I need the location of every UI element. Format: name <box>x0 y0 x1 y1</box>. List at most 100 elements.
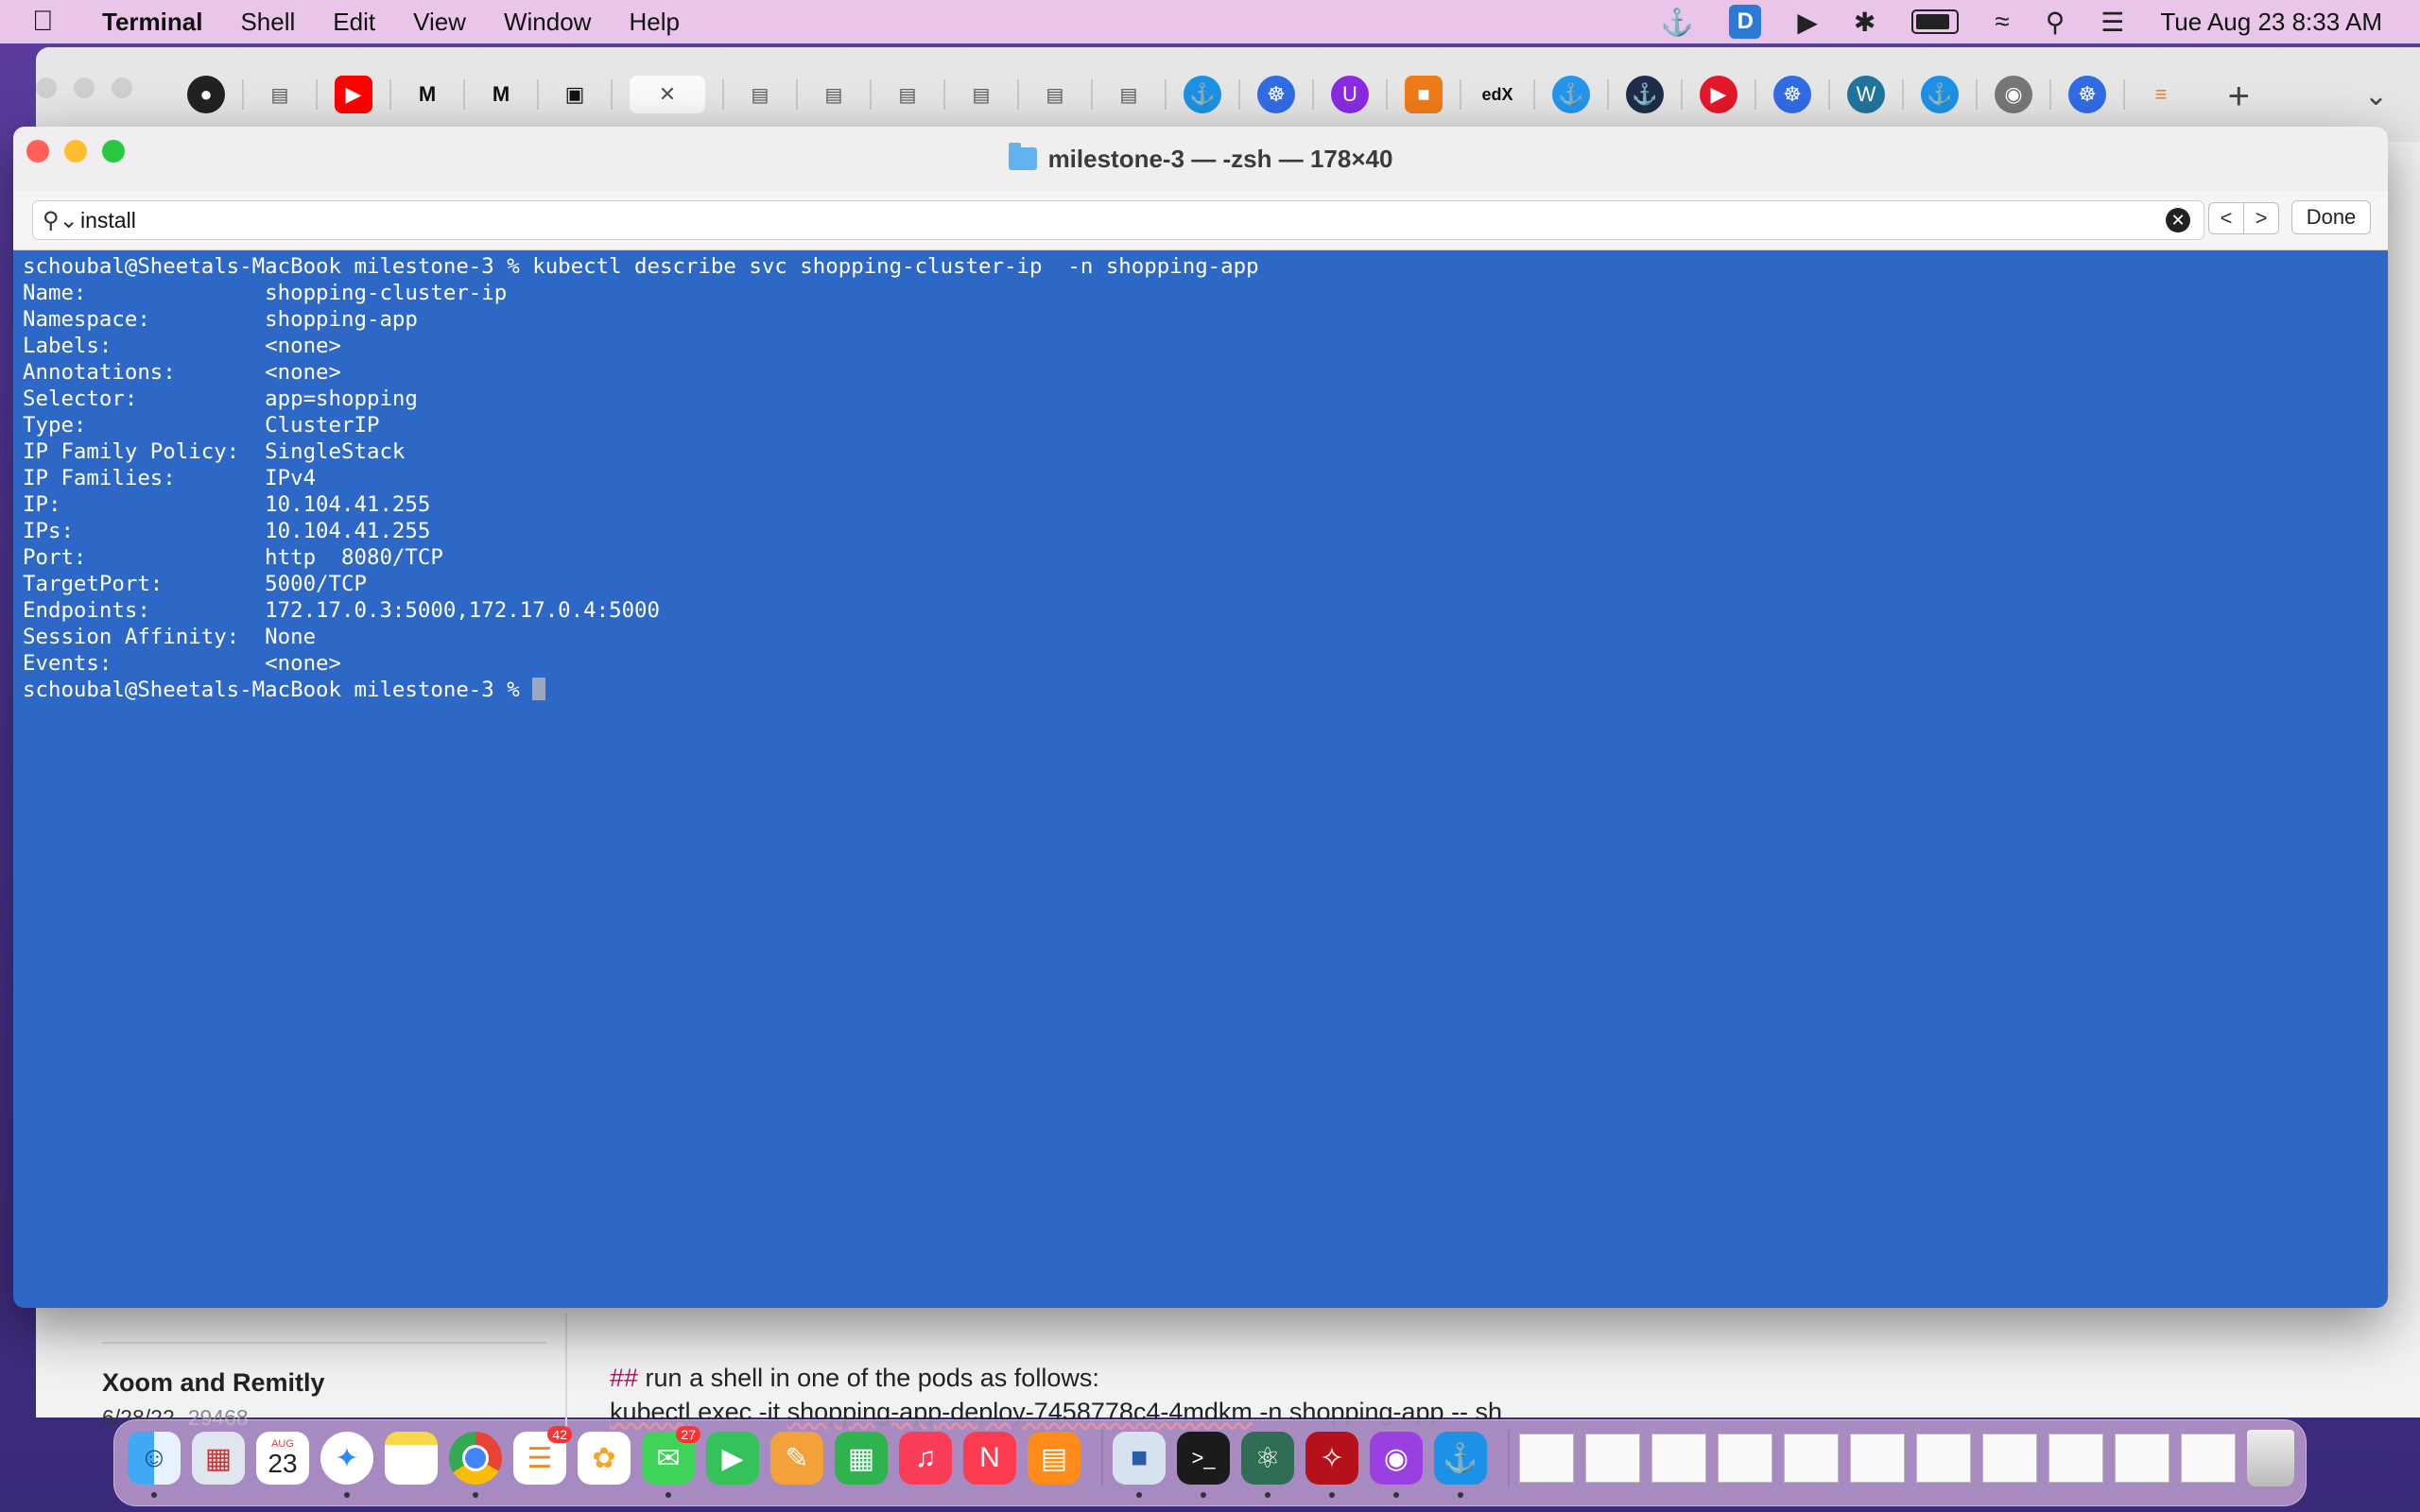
books-icon[interactable]: ▤ <box>1028 1432 1080 1485</box>
find-previous-button[interactable]: < <box>2208 202 2244 234</box>
menu-shell[interactable]: Shell <box>240 8 295 37</box>
minimized-window-thumbnail[interactable] <box>1850 1434 1905 1483</box>
book-icon[interactable]: ▣ <box>556 76 613 113</box>
play-icon[interactable]: ▶ <box>1700 76 1756 113</box>
podcasts-icon[interactable]: ◉ <box>1370 1432 1423 1498</box>
done-button[interactable]: Done <box>2291 200 2371 234</box>
minimized-window-thumbnail[interactable] <box>1585 1434 1640 1483</box>
reader-icon[interactable]: ▤ <box>261 76 318 113</box>
apple-menu-icon[interactable]:  <box>32 6 81 38</box>
active-tab-close-icon[interactable]: ✕ <box>630 76 724 113</box>
search-options-icon[interactable]: ⚲⌄ <box>43 207 78 234</box>
find-input[interactable]: ⚲⌄ install ✕ <box>32 200 2204 240</box>
find-query[interactable]: install <box>80 208 136 233</box>
clock[interactable]: Tue Aug 23 8:33 AM <box>2160 8 2382 37</box>
minimized-window-thumbnail[interactable] <box>2048 1434 2103 1483</box>
wordpress-icon[interactable]: W <box>1847 76 1904 113</box>
calendar-icon[interactable]: AUG 23 <box>256 1432 309 1485</box>
menu-help[interactable]: Help <box>629 8 679 37</box>
zoom-icon[interactable] <box>102 140 125 163</box>
minimized-window-thumbnail[interactable] <box>1916 1434 1971 1483</box>
medium-icon[interactable]: M <box>482 76 539 113</box>
app-menu[interactable]: Terminal <box>102 8 202 37</box>
reader-icon[interactable]: ▤ <box>889 76 945 113</box>
docker-icon[interactable]: ⚓ <box>1552 76 1609 113</box>
photos-icon[interactable]: ✿ <box>578 1432 631 1485</box>
note-list-item[interactable]: Xoom and Remitly 6/28/22 29468 <box>102 1342 546 1431</box>
find-next-button[interactable]: > <box>2244 202 2279 234</box>
clear-search-icon[interactable]: ✕ <box>2166 208 2190 232</box>
reader-icon[interactable]: ▤ <box>815 76 872 113</box>
play-circle-icon[interactable]: ▶ <box>1797 7 1818 38</box>
u-icon[interactable]: U <box>1331 76 1388 113</box>
docker-icon[interactable]: ⚓ <box>1184 76 1240 113</box>
dock-apps: ☺ ▦ AUG 23 ✦ ☰ 42 ✿ ✉ 27 ▶ ✎ ▦ ♫ N ▤ ■ >_ … <box>128 1426 2294 1498</box>
d-app-icon[interactable]: D <box>1729 5 1762 39</box>
search-icon[interactable]: ⚲ <box>2046 7 2066 38</box>
chevron-down-icon[interactable]: ⌄ <box>2364 79 2388 112</box>
minimized-window-thumbnail[interactable] <box>1519 1434 1574 1483</box>
globe-icon[interactable]: ◉ <box>1995 76 2051 113</box>
reader-icon[interactable]: ▤ <box>962 76 1019 113</box>
docker-icon[interactable]: ⚓ <box>1921 76 1978 113</box>
virtualbox-icon[interactable]: ■ <box>1113 1432 1166 1498</box>
trash-icon[interactable] <box>2247 1430 2294 1486</box>
atom-icon[interactable]: ⚛ <box>1241 1432 1294 1498</box>
new-tab-plus-icon[interactable]: + <box>2228 76 2250 118</box>
control-center-icon[interactable]: ☰ <box>2100 7 2124 38</box>
pages-icon[interactable]: ✎ <box>770 1432 823 1485</box>
terminal-line: Port: http 8080/TCP <box>23 545 443 570</box>
minimized-window-thumbnail[interactable] <box>1651 1434 1706 1483</box>
youtube-icon[interactable]: ▶ <box>335 76 391 113</box>
acrobat-icon[interactable]: ✧ <box>1305 1432 1358 1498</box>
terminal-line: TargetPort: 5000/TCP <box>23 572 367 596</box>
menu-window[interactable]: Window <box>504 8 591 37</box>
pane-divider[interactable] <box>565 1314 567 1427</box>
messages-icon[interactable]: ✉ 27 <box>642 1426 700 1498</box>
docker-icon[interactable]: ⚓ <box>1626 76 1683 113</box>
docker-icon[interactable]: ⚓ <box>1434 1432 1487 1498</box>
launchpad-icon[interactable]: ▦ <box>192 1432 245 1485</box>
inactive-close-icon[interactable] <box>36 77 57 98</box>
kubernetes-icon[interactable]: ☸ <box>2068 76 2125 113</box>
terminal-titlebar[interactable]: milestone-3 — -zsh — 178×40 <box>13 127 2388 192</box>
inactive-minimize-icon[interactable] <box>74 77 95 98</box>
docker-icon[interactable]: ⚓ <box>1660 7 1693 38</box>
menu-edit[interactable]: Edit <box>333 8 375 37</box>
medium-icon[interactable]: M <box>408 76 465 113</box>
inactive-zoom-icon[interactable] <box>112 77 132 98</box>
news-icon[interactable]: N <box>963 1432 1016 1485</box>
reader-icon[interactable]: ▤ <box>1036 76 1093 113</box>
terminal-icon[interactable]: >_ <box>1177 1432 1230 1498</box>
battery-icon[interactable] <box>1911 9 1960 34</box>
notes-icon[interactable] <box>385 1432 438 1485</box>
box-icon[interactable]: ■ <box>1405 76 1461 113</box>
close-icon[interactable] <box>26 140 49 163</box>
chrome-icon[interactable] <box>449 1432 502 1498</box>
wifi-icon[interactable]: ≈ <box>1995 7 2009 37</box>
minimized-window-thumbnail[interactable] <box>2181 1434 2236 1483</box>
stackoverflow-icon[interactable]: ≡ <box>2142 76 2180 113</box>
finder-icon[interactable]: ☺ <box>128 1432 181 1498</box>
github-icon[interactable]: ● <box>187 76 244 113</box>
minimized-window-thumbnail[interactable] <box>2115 1434 2169 1483</box>
note-title: Xoom and Remitly <box>102 1368 325 1397</box>
terminal-line: IPs: 10.104.41.255 <box>23 519 431 543</box>
minimized-window-thumbnail[interactable] <box>1784 1434 1839 1483</box>
terminal-output[interactable]: schoubal@Sheetals-MacBook milestone-3 % … <box>13 249 2388 1308</box>
numbers-icon[interactable]: ▦ <box>835 1432 888 1485</box>
bluetooth-icon[interactable]: ✱ <box>1854 7 1876 38</box>
music-icon[interactable]: ♫ <box>899 1432 952 1485</box>
menu-view[interactable]: View <box>413 8 466 37</box>
reader-icon[interactable]: ▤ <box>1110 76 1167 113</box>
reader-icon[interactable]: ▤ <box>741 76 798 113</box>
minimized-window-thumbnail[interactable] <box>1718 1434 1772 1483</box>
minimized-window-thumbnail[interactable] <box>1982 1434 2037 1483</box>
kubernetes-icon[interactable]: ☸ <box>1773 76 1830 113</box>
safari-icon[interactable]: ✦ <box>320 1432 373 1498</box>
facetime-icon[interactable]: ▶ <box>706 1432 759 1485</box>
edx-icon[interactable]: edX <box>1478 76 1535 113</box>
reminders-icon[interactable]: ☰ 42 <box>513 1426 572 1485</box>
kubernetes-icon[interactable]: ☸ <box>1257 76 1314 113</box>
minimize-icon[interactable] <box>64 140 87 163</box>
